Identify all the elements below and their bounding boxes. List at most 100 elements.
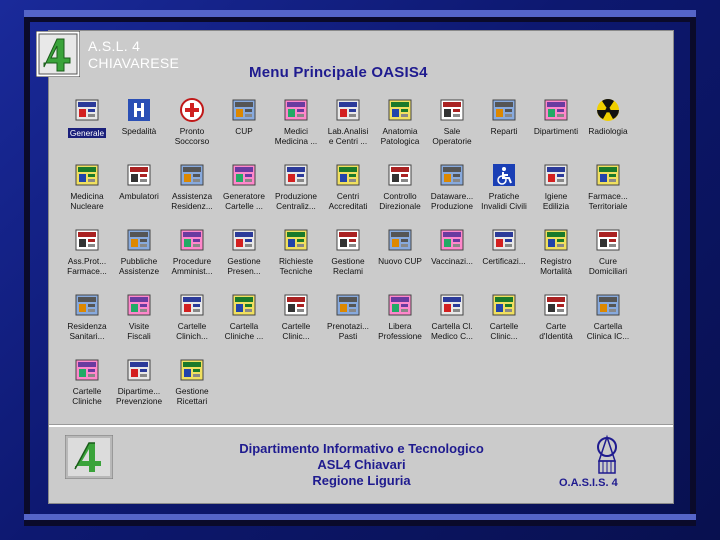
slide-title-line-2: CHIAVARESE [88, 55, 180, 71]
menu-item-label: Nuovo CUP [378, 256, 422, 266]
menu-item-label: Generale [67, 128, 107, 138]
menu-item-cartelle-cliniche[interactable]: Cartelle Cliniche [57, 357, 117, 406]
menu-item-label: Pubbliche Assistenze [118, 256, 160, 276]
menu-item-produzione-centraliz[interactable]: Produzione Centraliz... [266, 162, 326, 211]
menu-item-cartella-clinica-ic[interactable]: Cartella Clinica IC... [578, 292, 638, 341]
admin-procedures-icon [180, 229, 204, 251]
footer-department: Dipartimento Informativo e Tecnologico A… [199, 441, 524, 489]
ward-icon [492, 99, 516, 121]
menu-item-richieste-tecniche[interactable]: Richieste Tecniche [266, 227, 326, 276]
clinical-binder-icon [75, 359, 99, 381]
menu-item-prenotazi-pasti[interactable]: Prenotazi... Pasti [318, 292, 378, 341]
hospital-icon [128, 99, 150, 121]
menu-item-pronto-soccorso[interactable]: Pronto Soccorso [162, 97, 222, 146]
menu-item-label: Certificazi... [482, 256, 526, 266]
menu-item-pubbliche-assistenze[interactable]: Pubbliche Assistenze [109, 227, 169, 276]
menu-item-pratiche-invalidi-civili[interactable]: Pratiche Invalidi Civili [474, 162, 534, 211]
menu-item-label: Cartella Cl. Medico C... [431, 321, 473, 341]
menu-item-label: Richieste Tecniche [278, 256, 314, 276]
menu-item-controllo-direzionale[interactable]: Controllo Direzionale [370, 162, 430, 211]
menu-item-cup[interactable]: CUP [214, 97, 274, 136]
menu-item-sale-operatorie[interactable]: Sale Operatorie [422, 97, 482, 146]
menu-item-ambulatori[interactable]: Ambulatori [109, 162, 169, 201]
clinical-records-icon [232, 294, 256, 316]
menu-item-label: CUP [235, 126, 253, 136]
menu-item-label: Cartelle Clinich... [176, 321, 208, 341]
menu-item-label: Produzione Centraliz... [275, 191, 317, 211]
microscope-icon [388, 99, 412, 121]
menu-item-cartella-cl-medico-c[interactable]: Cartella Cl. Medico C... [422, 292, 482, 341]
menu-item-libera-professione[interactable]: Libera Professione [370, 292, 430, 341]
menu-item-assistenza-residenz[interactable]: Assistenza Residenz... [162, 162, 222, 211]
lab-icon [336, 99, 360, 121]
menu-item-label: Radiologia [588, 126, 628, 136]
menu-item-label: Cartella Cliniche ... [224, 321, 264, 341]
attendance-icon [232, 229, 256, 251]
footer-line-2: ASL4 Chiavari [317, 457, 406, 472]
menu-item-registro-mortalit[interactable]: Registro Mortalità [526, 227, 586, 276]
menu-item-centri-accreditati[interactable]: Centri Accreditati [318, 162, 378, 211]
menu-item-cartelle-clinic[interactable]: Cartelle Clinic... [474, 292, 534, 341]
asl4-logo-icon [65, 435, 113, 479]
menu-item-label: Pratiche Invalidi Civili [481, 191, 527, 211]
menu-item-medici-medicina[interactable]: Medici Medicina ... [266, 97, 326, 146]
clinical-archive-icon [492, 294, 516, 316]
slide-bar-top [24, 10, 696, 17]
complaints-icon [336, 229, 360, 251]
menu-item-cartella-cliniche[interactable]: Cartella Cliniche ... [214, 292, 274, 341]
menu-item-visite-fiscali[interactable]: Visite Fiscali [109, 292, 169, 341]
menu-item-dipartime-prevenzione[interactable]: Dipartime... Prevenzione [109, 357, 169, 406]
menu-item-farmace-territoriale[interactable]: Farmace... Territoriale [578, 162, 638, 211]
menu-item-nuovo-cup[interactable]: Nuovo CUP [370, 227, 430, 266]
menu-item-cure-domiciliari[interactable]: Cure Domiciliari [578, 227, 638, 276]
menu-item-residenza-sanitari[interactable]: Residenza Sanitari... [57, 292, 117, 341]
menu-item-gestione-reclami[interactable]: Gestione Reclami [318, 227, 378, 276]
menu-item-gestione-ricettari[interactable]: Gestione Ricettari [162, 357, 222, 406]
menu-item-label: Ass.Prot... Farmace... [67, 256, 107, 276]
menu-item-label: Farmace... Territoriale [588, 191, 628, 211]
menu-item-dipartimenti[interactable]: Dipartimenti [526, 97, 586, 136]
departments-icon [544, 99, 568, 121]
menu-item-label: Gestione Presen... [227, 256, 261, 276]
menu-item-label: Dataware... Produzione [430, 191, 474, 211]
gp-record-icon [440, 294, 464, 316]
menu-item-generatore-cartelle[interactable]: Generatore Cartelle ... [214, 162, 274, 211]
menu-item-procedure-amminist[interactable]: Procedure Amminist... [162, 227, 222, 276]
menu-item-reparti[interactable]: Reparti [474, 97, 534, 136]
menu-item-spedalit[interactable]: Spedalità [109, 97, 169, 136]
menu-item-ass-prot-farmace[interactable]: Ass.Prot... Farmace... [57, 227, 117, 276]
disability-icon [493, 164, 515, 186]
menu-item-label: Carte d'Identità [539, 321, 573, 341]
menu-item-cartelle-clinic[interactable]: Cartelle Clinic... [266, 292, 326, 341]
menu-item-label: Cartelle Clinic... [281, 321, 311, 341]
menu-title: Menu Principale OASIS4 [249, 64, 428, 81]
menu-item-cartelle-clinich[interactable]: Cartelle Clinich... [162, 292, 222, 341]
nuclear-medicine-icon [75, 164, 99, 186]
menu-item-generale[interactable]: Generale [57, 97, 117, 141]
menu-item-carte-d-identit[interactable]: Carte d'Identità [526, 292, 586, 341]
menu-item-label: Visite Fiscali [127, 321, 151, 341]
prescriptions-icon [180, 359, 204, 381]
menu-item-radiologia[interactable]: Radiologia [578, 97, 638, 136]
menu-item-label: Pronto Soccorso [174, 126, 210, 146]
menu-item-gestione-presen[interactable]: Gestione Presen... [214, 227, 274, 276]
menu-item-label: Dipartime... Prevenzione [115, 386, 163, 406]
first-aid-icon [180, 98, 204, 122]
menu-item-label: Gestione Ricettari [175, 386, 209, 406]
slide-title: A.S.L. 4 CHIAVARESE [88, 38, 179, 72]
menu-item-vaccinazi[interactable]: Vaccinazi... [422, 227, 482, 266]
menu-item-medicina-nucleare[interactable]: Medicina Nucleare [57, 162, 117, 211]
slide-bar-left [24, 22, 30, 522]
surgeon-icon [440, 99, 464, 121]
menu-item-dataware-produzione[interactable]: Dataware... Produzione [422, 162, 482, 211]
menu-item-certificazi[interactable]: Certificazi... [474, 227, 534, 266]
menu-item-lab-analisi-e-centri[interactable]: Lab.Analisi e Centri ... [318, 97, 378, 146]
health-residence-icon [75, 294, 99, 316]
menu-item-anatomia-patologica[interactable]: Anatomia Patologica [370, 97, 430, 146]
centralized-production-icon [284, 164, 308, 186]
menu-item-igiene-edilizia[interactable]: Igiene Edilizia [526, 162, 586, 211]
home-care-icon [596, 229, 620, 251]
menu-item-label: Cure Domiciliari [588, 256, 628, 276]
footer-divider [49, 424, 673, 427]
prosthetics-icon [75, 229, 99, 251]
